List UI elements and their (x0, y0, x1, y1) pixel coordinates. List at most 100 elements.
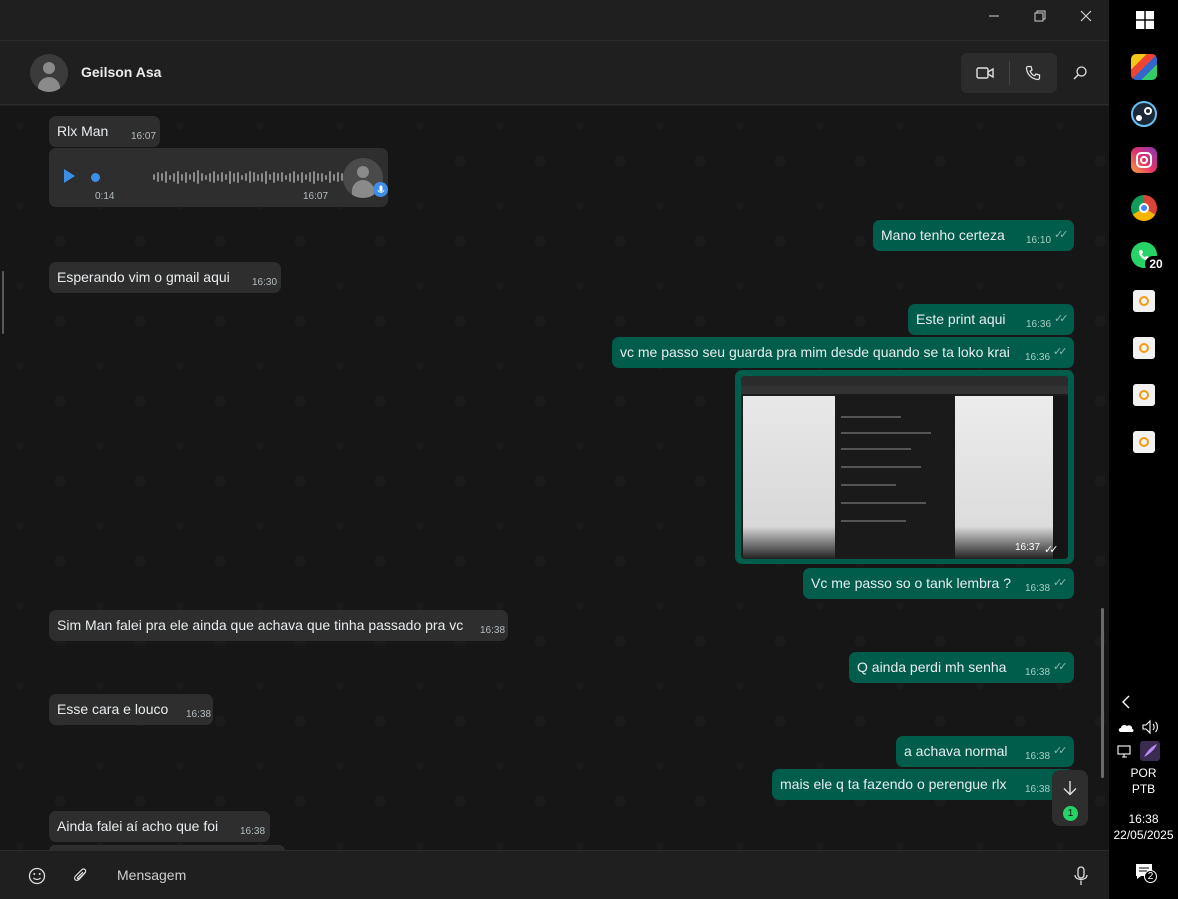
clock-time[interactable]: 16:38 (1109, 812, 1178, 827)
onedrive-icon[interactable] (1117, 720, 1135, 734)
message-time: 16:38 (1025, 583, 1051, 594)
voice-waveform[interactable] (153, 170, 351, 184)
message-text: Ainda falei aí acho que foi (57, 818, 219, 834)
video-call-button[interactable] (961, 53, 1009, 93)
message-time: 16:38 (240, 826, 266, 837)
app-icon-1[interactable] (1133, 290, 1155, 312)
restore-button[interactable] (1017, 0, 1063, 32)
contact-avatar[interactable] (30, 54, 68, 92)
minimize-button[interactable] (971, 0, 1017, 32)
read-receipt-icon: ✓✓ (1054, 229, 1069, 241)
search-button[interactable] (1068, 61, 1092, 85)
app-icon-3[interactable] (1133, 384, 1155, 406)
message-outgoing[interactable]: vc me passo seu guarda pra mim desde qua… (612, 337, 1074, 368)
message-text: a achava normal (904, 743, 1008, 759)
message-text: Esse cara e louco (57, 701, 169, 717)
message-input[interactable]: Mensagem (117, 867, 186, 883)
chat-scrollbar[interactable] (1101, 608, 1104, 778)
message-time: 16:38 (1025, 667, 1051, 678)
emoji-icon (28, 867, 46, 885)
message-time: 16:38 (1025, 751, 1051, 762)
volume-icon[interactable] (1141, 719, 1161, 735)
restore-icon (1034, 10, 1046, 22)
instagram-icon[interactable] (1131, 147, 1157, 173)
left-scroll-indicator (2, 271, 4, 334)
bluestacks-icon[interactable] (1131, 54, 1157, 80)
arrow-down-icon (1063, 781, 1077, 796)
message-incoming[interactable]: Rlx Man 16:07 (49, 116, 160, 147)
unread-count-badge: 1 (1063, 806, 1078, 821)
read-receipt-icon: ✓✓ (1053, 745, 1068, 757)
whatsapp-unread-badge: 20 (1145, 256, 1167, 272)
message-text: mais ele q ta fazendo o perengue rlx (780, 776, 1007, 792)
close-icon (1080, 10, 1092, 22)
notification-count-badge: 2 (1144, 870, 1157, 883)
message-time: 16:07 (303, 191, 329, 202)
message-text: vc me passo seu guarda pra mim desde qua… (620, 344, 1010, 360)
message-composer: Mensagem (0, 850, 1109, 899)
message-time: 16:36 (1025, 352, 1051, 363)
message-text: Q ainda perdi mh senha (857, 659, 1007, 675)
voice-record-button[interactable] (1070, 865, 1092, 887)
app-icon-2[interactable] (1133, 337, 1155, 359)
emoji-button[interactable] (26, 865, 48, 887)
voice-duration: 0:14 (95, 191, 115, 202)
chevron-left-icon (1122, 695, 1130, 709)
phone-icon (1025, 65, 1041, 81)
message-text: Sim Man falei pra ele ainda que achava q… (57, 617, 464, 633)
play-icon (64, 169, 75, 183)
paperclip-icon (74, 868, 87, 882)
message-time: 16:38 (186, 709, 212, 720)
message-text: Este print aqui (916, 311, 1006, 327)
whatsapp-window: Geilson Asa Rlx Man 16:07 0:14 16:07 Man… (0, 0, 1109, 899)
scroll-to-bottom-button[interactable]: 1 (1052, 770, 1088, 826)
message-time: 16:36 (1026, 319, 1052, 330)
message-time: 16:30 (252, 277, 278, 288)
windows-taskbar: 20 POR PTB 16:38 22/05/2025 2 (1109, 0, 1178, 899)
voice-progress-knob[interactable] (91, 173, 100, 182)
message-outgoing[interactable]: Mano tenho certeza 16:10 ✓✓ (873, 220, 1074, 251)
screenshot-thumbnail[interactable]: 16:37 ✓✓ (741, 376, 1068, 559)
show-hidden-icons-button[interactable] (1119, 694, 1135, 710)
windows-logo-icon (1136, 11, 1154, 29)
message-text: Esperando vim o gmail aqui (57, 269, 230, 285)
keyboard-layout[interactable]: PTB (1109, 782, 1178, 797)
video-camera-icon (976, 67, 994, 79)
search-icon (1073, 66, 1087, 80)
message-incoming[interactable]: Sim Man falei pra ele ainda que achava q… (49, 610, 508, 641)
message-outgoing[interactable]: a achava normal 16:38 ✓✓ (896, 736, 1074, 767)
voice-call-button[interactable] (1009, 53, 1057, 93)
message-incoming[interactable]: Ainda falei aí acho que foi 16:38 (49, 811, 270, 842)
voice-message[interactable]: 0:14 16:07 (49, 148, 388, 207)
message-outgoing[interactable]: Vc me passo so o tank lembra ? 16:38 ✓✓ (803, 568, 1074, 599)
call-buttons (961, 53, 1057, 93)
input-language[interactable]: POR (1109, 766, 1178, 781)
message-list[interactable]: Rlx Man 16:07 0:14 16:07 Mano tenho cert… (0, 106, 1109, 850)
notification-center-button[interactable]: 2 (1135, 863, 1157, 883)
clock-date[interactable]: 22/05/2025 (1109, 828, 1178, 843)
mic-badge (373, 182, 388, 197)
message-incoming[interactable]: Esse cara e louco 16:38 (49, 694, 213, 725)
message-time: 16:10 (1026, 235, 1052, 246)
message-incoming[interactable]: Esperando vim o gmail aqui 16:30 (49, 262, 281, 293)
message-outgoing[interactable]: Este print aqui 16:36 ✓✓ (908, 304, 1074, 335)
message-time: 16:37 (1015, 542, 1041, 553)
app-icon-4[interactable] (1133, 431, 1155, 453)
read-receipt-icon: ✓✓ (1053, 346, 1068, 358)
network-icon[interactable] (1117, 744, 1135, 760)
play-button[interactable] (59, 166, 79, 186)
start-button[interactable] (1136, 11, 1154, 29)
message-outgoing[interactable]: mais ele q ta fazendo o perengue rlx 16:… (772, 769, 1074, 800)
pen-app-icon[interactable] (1140, 741, 1160, 761)
read-receipt-icon: ✓✓ (1053, 577, 1068, 589)
close-button[interactable] (1063, 0, 1109, 32)
microphone-icon (377, 185, 384, 193)
image-message[interactable]: 16:37 ✓✓ (735, 370, 1074, 564)
attach-button[interactable] (70, 865, 92, 887)
message-outgoing[interactable]: Q ainda perdi mh senha 16:38 ✓✓ (849, 652, 1074, 683)
steam-icon[interactable] (1131, 101, 1157, 127)
chat-header: Geilson Asa (0, 41, 1109, 105)
read-receipt-icon: ✓✓ (1054, 313, 1069, 325)
contact-name[interactable]: Geilson Asa (81, 64, 161, 80)
chrome-icon[interactable] (1131, 195, 1157, 221)
